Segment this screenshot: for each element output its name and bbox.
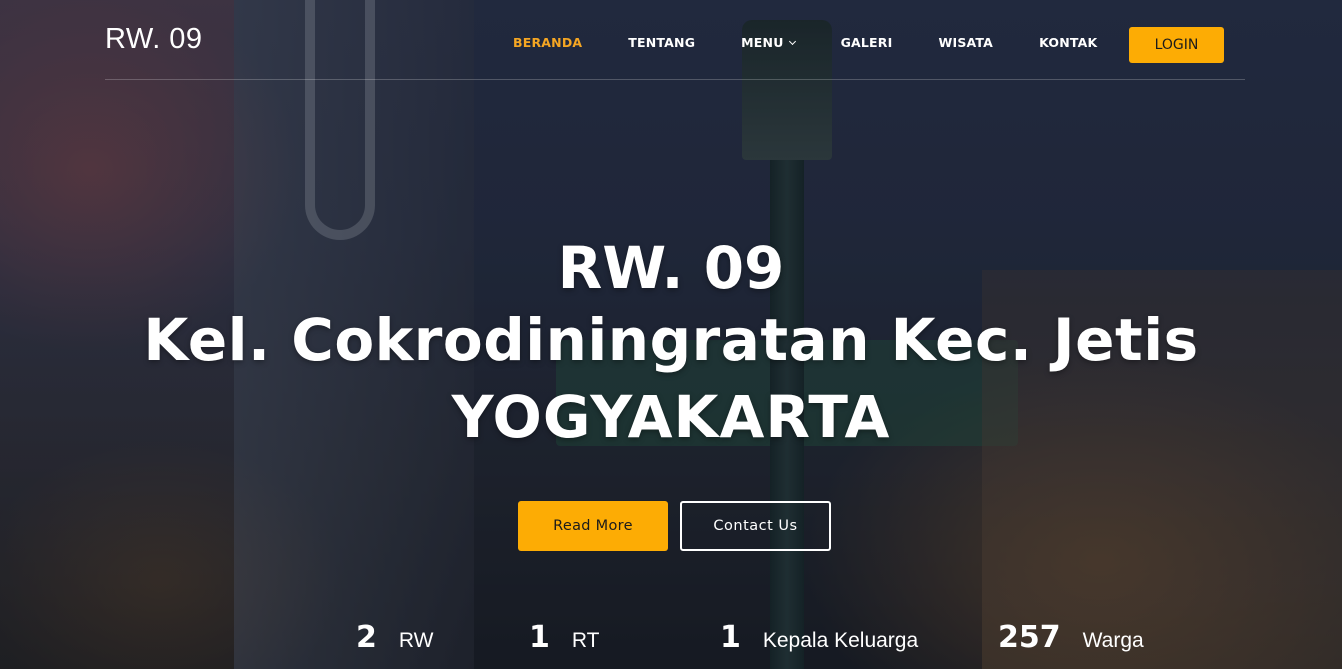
- stat-label: Warga: [1082, 629, 1144, 652]
- stat-label: RT: [571, 629, 600, 652]
- chevron-down-icon: [788, 37, 796, 45]
- stat-value: 2: [356, 620, 377, 655]
- stat-rt: 1 RT: [529, 620, 600, 655]
- main-nav: BERANDA TENTANG MENU GALERI WISATA KONTA…: [513, 35, 1143, 50]
- nav-item-kontak[interactable]: KONTAK: [1039, 35, 1097, 50]
- stat-value: 1: [720, 620, 741, 655]
- hero-title-line3: YOGYAKARTA: [451, 383, 891, 451]
- login-button[interactable]: LOGIN: [1129, 27, 1224, 63]
- stat-label: Kepala Keluarga: [762, 629, 919, 652]
- hero-buttons: Read More Contact Us: [518, 501, 831, 551]
- stats-bar: 2 RW 1 RT 1 Kepala Keluarga 257 Warga: [0, 620, 1342, 664]
- stat-warga: 257 Warga: [998, 620, 1144, 655]
- stat-value: 257: [998, 620, 1061, 655]
- site-logo[interactable]: RW. 09: [105, 23, 203, 56]
- nav-item-menu-label: MENU: [741, 35, 784, 50]
- stat-kepala-keluarga: 1 Kepala Keluarga: [720, 620, 918, 655]
- hero-title-line2: Kel. Cokrodiningratan Kec. Jetis: [143, 306, 1199, 374]
- nav-item-beranda[interactable]: BERANDA: [513, 35, 582, 50]
- site-header: RW. 09 BERANDA TENTANG MENU GALERI WISAT…: [105, 0, 1245, 80]
- nav-item-menu[interactable]: MENU: [741, 35, 796, 50]
- nav-item-tentang[interactable]: TENTANG: [628, 35, 695, 50]
- nav-item-wisata[interactable]: WISATA: [938, 35, 993, 50]
- read-more-button[interactable]: Read More: [518, 501, 668, 551]
- hero-title-line1: RW. 09: [557, 234, 785, 302]
- stat-value: 1: [529, 620, 550, 655]
- stat-rw: 2 RW: [356, 620, 433, 655]
- stat-label: RW: [398, 629, 434, 652]
- contact-us-button[interactable]: Contact Us: [680, 501, 831, 551]
- nav-item-galeri[interactable]: GALERI: [841, 35, 893, 50]
